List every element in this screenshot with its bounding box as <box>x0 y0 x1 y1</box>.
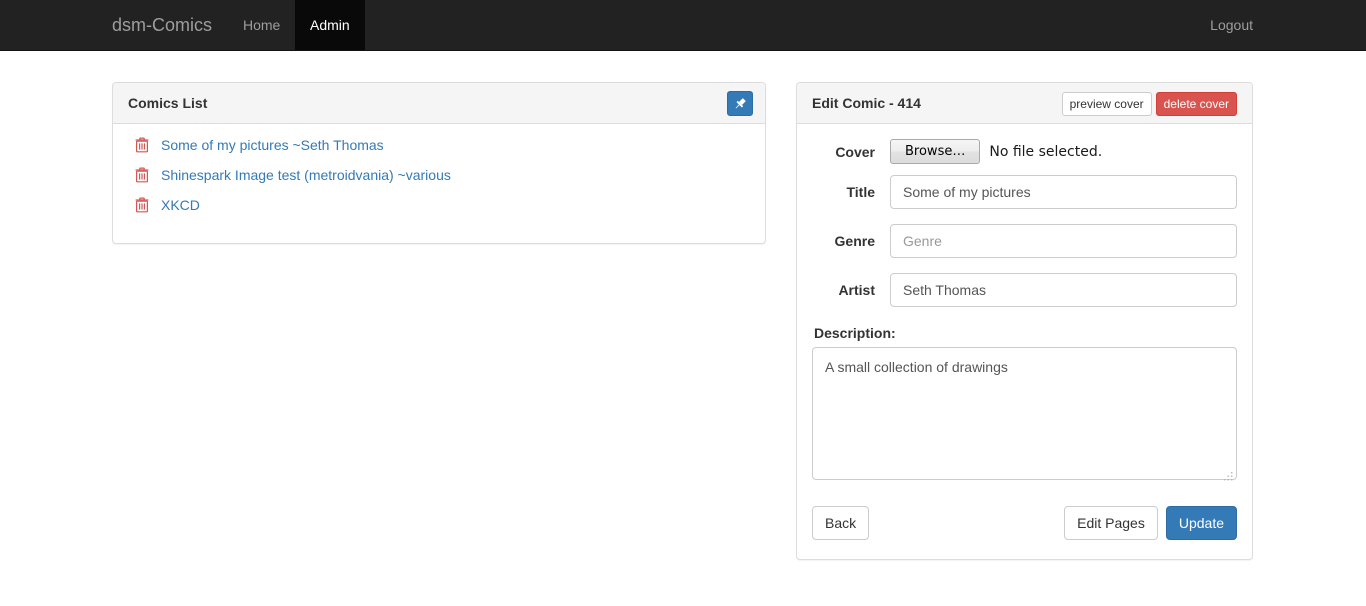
description-textarea[interactable] <box>812 347 1237 480</box>
trash-icon[interactable] <box>135 197 149 213</box>
nav-item-admin[interactable]: Admin <box>295 0 365 50</box>
artist-input[interactable] <box>890 273 1237 307</box>
form-footer: Back Edit Pages Update <box>812 506 1237 540</box>
edit-pages-button[interactable]: Edit Pages <box>1064 506 1158 540</box>
cover-field-row: Cover Browse… No file selected. <box>812 139 1237 164</box>
artist-label: Artist <box>838 282 875 298</box>
browse-button[interactable]: Browse… <box>890 139 981 164</box>
cover-label: Cover <box>835 143 875 160</box>
brand-logo[interactable]: dsm-Comics <box>112 0 212 50</box>
edit-comic-body: Cover Browse… No file selected. Title Ge… <box>797 124 1252 555</box>
file-status-text: No file selected. <box>989 143 1103 160</box>
description-label: Description: <box>814 325 896 341</box>
comic-link[interactable]: Shinespark Image test (metroidvania) ~va… <box>161 167 451 183</box>
comics-list-title: Comics List <box>128 95 208 111</box>
edit-comic-panel: Edit Comic - 414 preview cover delete co… <box>796 82 1253 560</box>
trash-icon[interactable] <box>135 137 149 153</box>
cover-file-input[interactable]: Browse… No file selected. <box>890 139 1102 164</box>
trash-icon[interactable] <box>135 167 149 183</box>
comic-link[interactable]: XKCD <box>161 197 200 213</box>
list-item: Some of my pictures ~Seth Thomas <box>135 130 750 160</box>
title-input[interactable] <box>890 175 1237 209</box>
comics-list-body: Some of my pictures ~Seth Thomas Shinesp… <box>113 124 765 230</box>
genre-field-row: Genre <box>812 224 1237 258</box>
delete-cover-button[interactable]: delete cover <box>1155 92 1237 116</box>
list-item: XKCD <box>135 190 750 220</box>
comic-link[interactable]: Some of my pictures ~Seth Thomas <box>161 137 384 153</box>
cover-actions: preview cover delete cover <box>1061 92 1237 116</box>
title-field-row: Title <box>812 175 1237 209</box>
pushpin-icon-button[interactable] <box>727 91 753 116</box>
preview-cover-button[interactable]: preview cover <box>1061 92 1152 116</box>
back-button[interactable]: Back <box>812 506 870 540</box>
page-title: Edit Comic - 414 <box>812 95 921 111</box>
pushpin-icon <box>735 97 746 108</box>
top-navbar: dsm-Comics Home Admin Logout <box>0 0 1366 51</box>
update-button[interactable]: Update <box>1165 506 1237 540</box>
edit-comic-header: Edit Comic - 414 preview cover delete co… <box>797 83 1252 124</box>
comics-list-header: Comics List <box>113 83 765 124</box>
list-item: Shinespark Image test (metroidvania) ~va… <box>135 160 750 190</box>
nav-item-home[interactable]: Home <box>228 0 295 50</box>
title-label: Title <box>846 184 875 200</box>
comics-list-panel: Comics List Some of my pictures ~Seth Th… <box>112 82 766 244</box>
nav-item-logout[interactable]: Logout <box>1195 0 1268 50</box>
genre-label: Genre <box>834 233 875 249</box>
genre-input[interactable] <box>890 224 1237 258</box>
artist-field-row: Artist <box>812 273 1237 307</box>
